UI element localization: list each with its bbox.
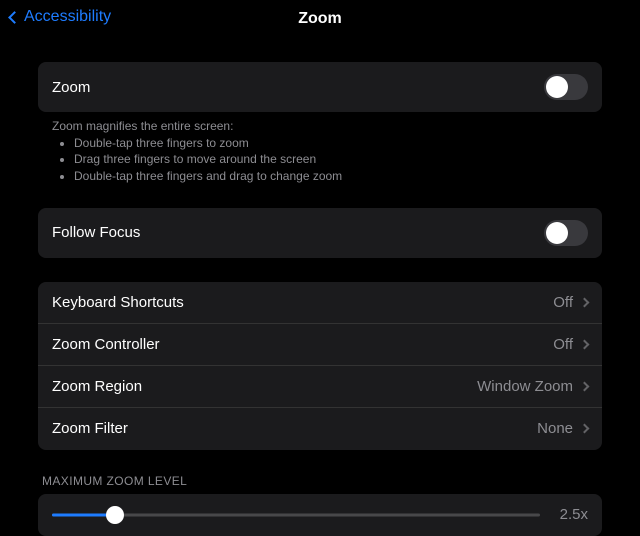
zoom-filter-row[interactable]: Zoom Filter None — [38, 408, 602, 450]
row-value: Off — [553, 336, 573, 353]
slider-thumb-icon — [106, 506, 124, 524]
zoom-help-intro: Zoom magnifies the entire screen: — [52, 118, 588, 134]
chevron-right-icon — [580, 339, 590, 349]
chevron-right-icon — [580, 381, 590, 391]
toggle-knob-icon — [546, 222, 568, 244]
header: Accessibility Zoom — [0, 0, 640, 38]
page-title: Zoom — [298, 10, 342, 28]
chevron-right-icon — [580, 297, 590, 307]
row-label: Keyboard Shortcuts — [52, 294, 184, 311]
row-label: Zoom Controller — [52, 336, 160, 353]
slider-header: MAXIMUM ZOOM LEVEL — [38, 474, 602, 494]
back-label: Accessibility — [24, 8, 111, 26]
zoom-help-item: Drag three fingers to move around the sc… — [74, 151, 588, 167]
row-label: Zoom Filter — [52, 420, 128, 437]
back-button[interactable]: Accessibility — [10, 8, 111, 26]
max-zoom-row: 2.5x — [38, 494, 602, 536]
row-value: Off — [553, 294, 573, 311]
max-zoom-slider[interactable] — [52, 506, 540, 524]
row-value: None — [537, 420, 573, 437]
row-value: Window Zoom — [477, 378, 573, 395]
follow-focus-row[interactable]: Follow Focus — [38, 208, 602, 258]
slider-track-icon — [52, 513, 540, 516]
keyboard-shortcuts-row[interactable]: Keyboard Shortcuts Off — [38, 282, 602, 324]
zoom-row[interactable]: Zoom — [38, 62, 602, 112]
chevron-left-icon — [8, 11, 21, 24]
follow-focus-label: Follow Focus — [52, 224, 140, 241]
toggle-knob-icon — [546, 76, 568, 98]
slider-value: 2.5x — [554, 506, 588, 523]
row-label: Zoom Region — [52, 378, 142, 395]
zoom-region-row[interactable]: Zoom Region Window Zoom — [38, 366, 602, 408]
zoom-label: Zoom — [52, 79, 90, 96]
zoom-help: Zoom magnifies the entire screen: Double… — [38, 112, 602, 184]
zoom-help-item: Double-tap three fingers to zoom — [74, 135, 588, 151]
zoom-toggle[interactable] — [544, 74, 588, 100]
options-list: Keyboard Shortcuts Off Zoom Controller O… — [38, 282, 602, 450]
follow-focus-toggle[interactable] — [544, 220, 588, 246]
chevron-right-icon — [580, 424, 590, 434]
zoom-help-item: Double-tap three fingers and drag to cha… — [74, 168, 588, 184]
zoom-controller-row[interactable]: Zoom Controller Off — [38, 324, 602, 366]
